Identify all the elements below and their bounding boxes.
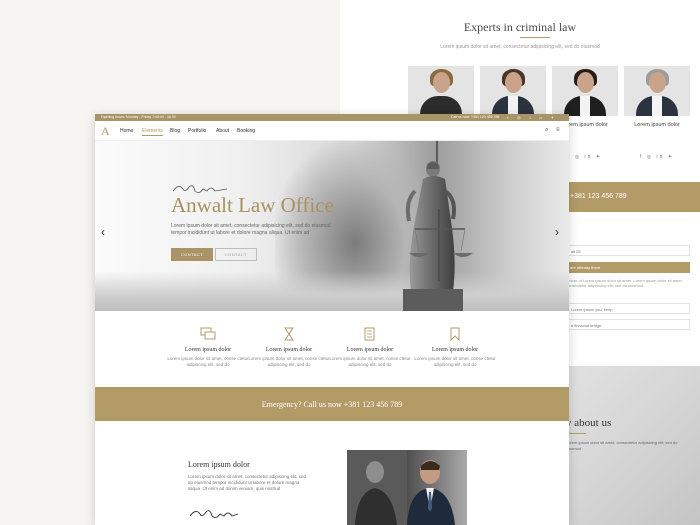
back-emergency-phone: +381 123 456 789 <box>570 193 627 200</box>
search-icon[interactable]: ⌕ <box>545 127 548 134</box>
experts-section-subtitle: Lorem ipsum dolor sit amet, consectetur … <box>440 44 600 50</box>
slider-prev-arrow-icon[interactable]: ‹ <box>101 225 105 239</box>
contact-button[interactable]: CONTACT <box>171 248 213 261</box>
nav-item-elements[interactable]: Elements <box>142 128 163 136</box>
documents-icon <box>364 327 375 341</box>
about-title: Lorem ipsum dolor <box>188 460 250 469</box>
hero-title: Anwalt Law Office <box>171 193 334 217</box>
nav-item-booking[interactable]: Booking <box>237 128 255 134</box>
feature-text: Lorem ipsum dolor sit amet, conse ctetur… <box>248 356 330 367</box>
nav-item-about[interactable]: About <box>216 128 229 134</box>
experts-section-title: Experts in criminal law <box>463 20 577 34</box>
hourglass-icon <box>284 327 294 341</box>
topbar-phone[interactable]: Call us now: +381 123 456 789 <box>451 115 499 119</box>
feature-text: Lorem ipsum dolor sit amet, conse ctetur… <box>167 356 249 367</box>
bookmark-icon <box>450 327 460 341</box>
team-member-photo[interactable] <box>624 66 690 116</box>
why-us-title: y about us <box>566 417 612 429</box>
why-us-divider <box>566 433 586 434</box>
bridge-field[interactable]: e financial bridge <box>566 319 690 330</box>
hero-text: Lorem ipsum dolor sit amet, consectetur … <box>171 223 331 236</box>
title-divider <box>520 37 550 38</box>
feature-text: Lorem ipsum dolor sit amet, conse ctetur… <box>414 356 496 367</box>
nav-item-home[interactable]: Home <box>120 128 133 134</box>
emergency-call-text[interactable]: Emergency? Call us now +381 123 456 789 <box>95 400 569 409</box>
form-submit-button[interactable]: are already there <box>566 262 690 273</box>
feature-title: Lorem ipsum dolor <box>346 347 394 353</box>
main-navigation: A Home Elements Blog Portfolio About Boo… <box>95 121 569 141</box>
nav-item-blog[interactable]: Blog <box>170 128 180 134</box>
feature-text: Lorem ipsum dolor sit amet, conse ctetur… <box>329 356 411 367</box>
logo[interactable]: A <box>101 124 110 139</box>
opening-hours: Opening hours: Monday - Friday 7:00:00 -… <box>101 115 176 119</box>
about-text: Lorem ipsum dolor sit amet, consectetur … <box>188 474 307 491</box>
chat-bubbles-icon <box>200 327 216 340</box>
about-signature <box>189 510 239 519</box>
topbar-social-icons[interactable]: f◎in✦ <box>507 115 563 120</box>
form-description: umber of Lorem ipsum dolor sit amet. Lor… <box>566 278 683 288</box>
contact-secondary-button[interactable]: CONTACT <box>215 248 257 261</box>
topbar: Opening hours: Monday - Friday 7:00:00 -… <box>95 114 569 121</box>
feature-title: Lorem ipsum dolor <box>265 347 313 353</box>
team-member-photo[interactable] <box>408 66 474 116</box>
keep-field[interactable]: Lorem ipsum you, keep <box>566 303 690 314</box>
feature-title: Lorem ipsum dolor <box>184 347 232 353</box>
menu-icon[interactable]: ≡ <box>556 127 560 133</box>
lawyers-photo <box>347 450 467 525</box>
hero-slider: Anwalt Law Office Lorem ipsum dolor sit … <box>95 141 569 311</box>
slider-next-arrow-icon[interactable]: › <box>555 225 559 239</box>
justice-statue-image <box>403 141 473 311</box>
team-member-photo[interactable] <box>552 66 618 116</box>
front-page-preview: Opening hours: Monday - Friday 7:00:00 -… <box>95 114 569 525</box>
team-member-photo[interactable] <box>480 66 546 116</box>
nav-item-portfolio[interactable]: Portfolio <box>188 128 206 134</box>
team-social-icons[interactable]: f ◎ in ✦ <box>624 154 690 160</box>
why-us-text: Lorem ipsum dolor sit amet, consectetur … <box>566 440 678 451</box>
email-field[interactable]: ail 05 <box>566 245 690 256</box>
feature-title: Lorem ipsum dolor <box>431 347 479 353</box>
team-member-name: Lorem ipsum dolor <box>634 122 680 128</box>
